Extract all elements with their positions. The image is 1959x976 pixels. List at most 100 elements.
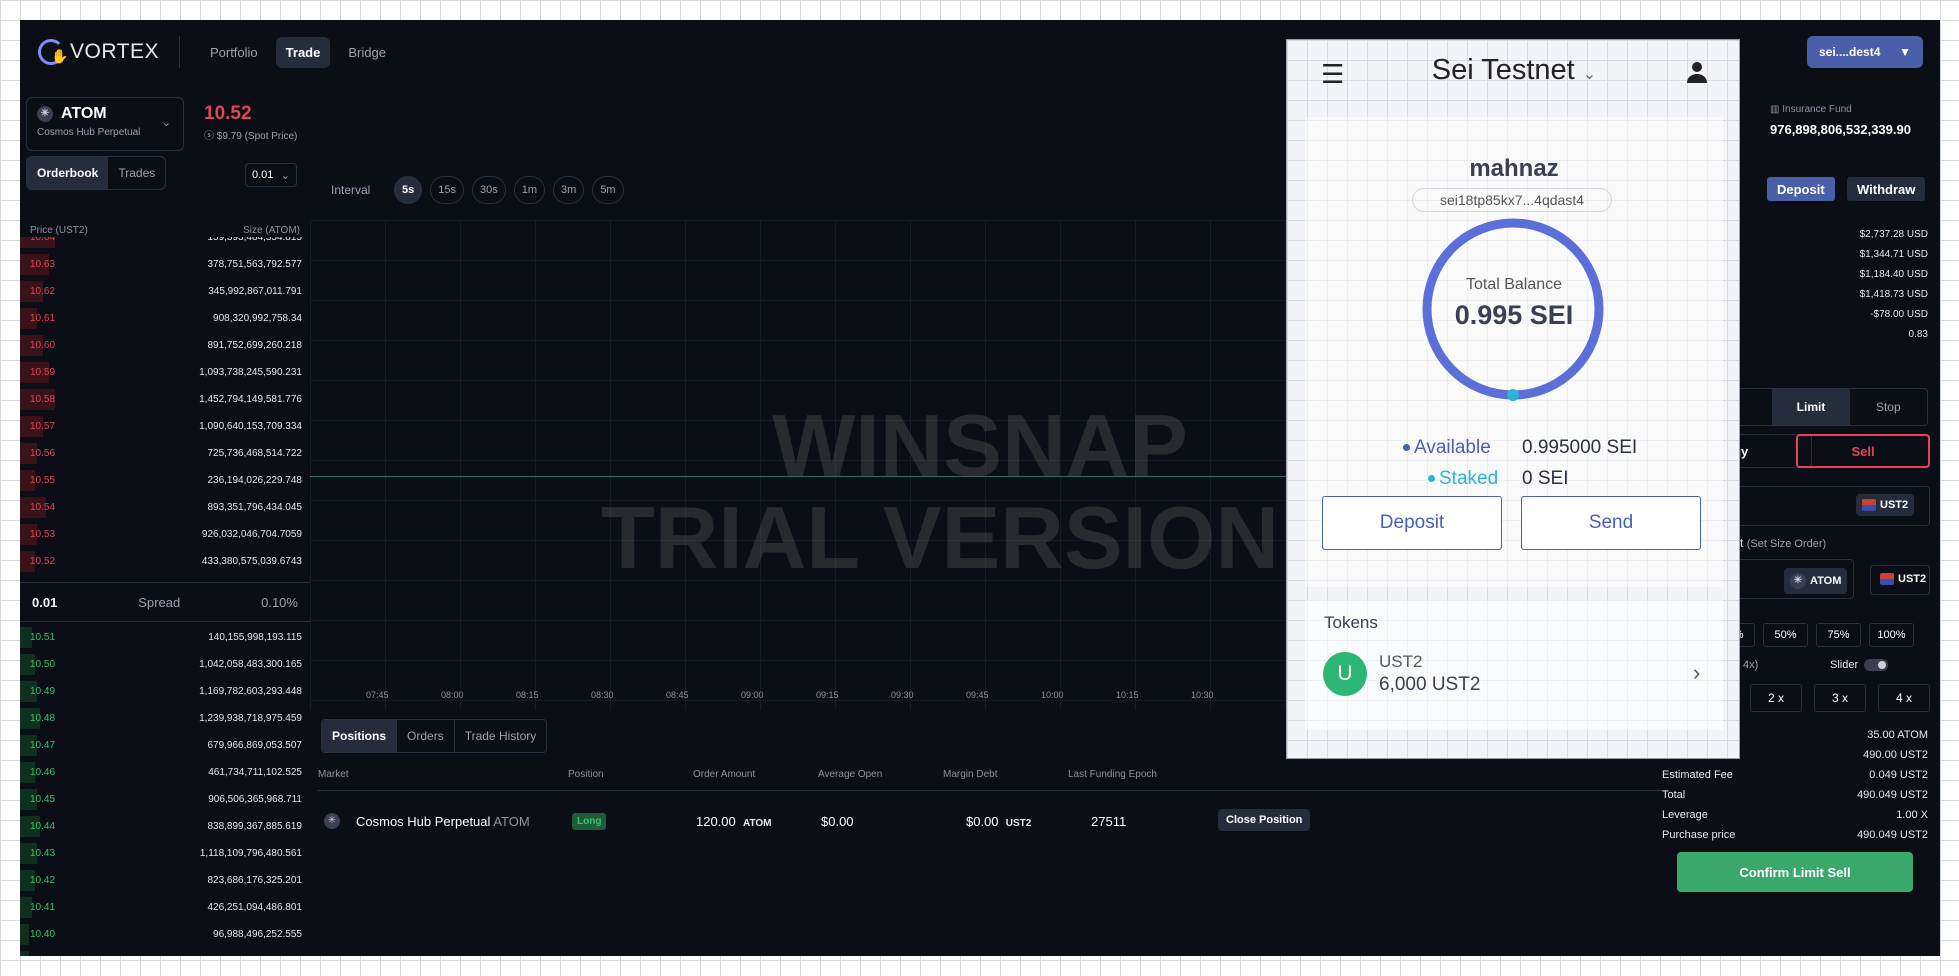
orderbook-row[interactable]: 10.57 1,090,640,153,709.334: [20, 413, 310, 440]
orderbook-row[interactable]: 10.58 1,452,794,149,581.776: [20, 386, 310, 413]
orderbook-price: 10.43: [30, 848, 56, 859]
tab-orderbook[interactable]: Orderbook: [27, 157, 109, 189]
table-row: ✳ Cosmos Hub Perpetual ATOM Long 120.00 …: [318, 805, 1668, 839]
summary-value: 0.83: [1908, 329, 1928, 340]
leverage-3x-button[interactable]: 3 x: [1814, 684, 1866, 712]
chevron-down-icon: ⌄: [1582, 66, 1597, 83]
col-position: Position: [568, 769, 604, 780]
interval-buttons: 5s 15s 30s 1m 3m 5m: [394, 176, 624, 204]
orderbook-row[interactable]: 10.55 236,194,026,229.748: [20, 467, 310, 494]
orderbook-row[interactable]: 10.54 893,351,796,434.045: [20, 494, 310, 521]
tab-positions[interactable]: Positions: [322, 720, 398, 752]
tick-size-select[interactable]: 0.01 ⌄: [245, 163, 297, 187]
orderbook-price: 10.53: [30, 529, 56, 540]
wallet-send-button[interactable]: Send: [1521, 496, 1701, 550]
orderbook-row[interactable]: 10.41 426,251,094,486.801: [20, 894, 310, 921]
summary-value: 490.049 UST2: [1857, 789, 1928, 801]
orderbook-row[interactable]: 10.63 378,751,563,792.577: [20, 251, 310, 278]
nav-portfolio[interactable]: Portfolio: [200, 37, 268, 68]
confirm-limit-sell-button[interactable]: Confirm Limit Sell: [1677, 852, 1913, 892]
chevron-right-icon[interactable]: ›: [1693, 660, 1700, 686]
x-tick-label: 10:30: [1191, 690, 1214, 700]
nav-trade[interactable]: Trade: [275, 36, 331, 68]
toggle-switch[interactable]: [1864, 659, 1889, 671]
interval-5m-button[interactable]: 5m: [592, 176, 624, 204]
orderbook-row[interactable]: 10.64 159,393,484,354.815: [20, 237, 310, 251]
orderbook-row[interactable]: 10.52 433,380,575,039.6743: [20, 548, 310, 575]
mouse-cursor-icon: ✋: [51, 48, 69, 64]
orderbook-price: 10.61: [30, 313, 56, 324]
position-market: Cosmos Hub Perpetual: [356, 814, 491, 829]
wallet-button[interactable]: sei....dest4 ▼: [1807, 36, 1923, 68]
spread-row: 0.01 Spread 0.10%: [20, 582, 310, 622]
deposit-button[interactable]: Deposit: [1767, 177, 1835, 201]
tab-limit[interactable]: Limit: [1772, 389, 1850, 425]
orderbook-size: 378,751,563,792.577: [207, 259, 302, 270]
orderbook-row[interactable]: 10.43 1,118,109,796,480.561: [20, 840, 310, 867]
orderbook-row[interactable]: 10.45 906,506,365,968.711: [20, 786, 310, 813]
token-name[interactable]: UST2: [1379, 652, 1422, 672]
orderbook-row[interactable]: 10.3959,887,440,154.831: [20, 948, 310, 956]
withdraw-button[interactable]: Withdraw: [1847, 177, 1926, 201]
interval-label: Interval: [331, 183, 371, 197]
orderbook-row[interactable]: 10.42 823,686,176,325.201: [20, 867, 310, 894]
slider-toggle[interactable]: Slider: [1830, 659, 1889, 671]
orderbook-row[interactable]: 10.46 461,734,711,102.525: [20, 759, 310, 786]
leverage-2x-button[interactable]: 2 x: [1750, 684, 1802, 712]
orderbook-size: 345,992,867,011.791: [208, 286, 302, 297]
hamburger-menu-icon[interactable]: ☰: [1321, 61, 1344, 87]
orderbook-size: 1,239,938,718,975.459: [199, 713, 302, 724]
leverage-4x-button[interactable]: 4 x: [1878, 684, 1930, 712]
orderbook-row[interactable]: 10.44 838,899,367,885.619: [20, 813, 310, 840]
close-position-button[interactable]: Close Position: [1218, 809, 1311, 831]
tab-trades[interactable]: Trades: [108, 157, 165, 189]
orderbook-size: 1,452,794,149,581.776: [199, 394, 302, 405]
trading-app: ✋ VORTEX Portfolio Trade Bridge sei....d…: [20, 20, 1940, 956]
orderbook-row[interactable]: 10.40 96,988,496,252.555: [20, 921, 310, 948]
interval-1m-button[interactable]: 1m: [513, 176, 546, 204]
orderbook-size: 433,380,575,039.6743: [201, 556, 302, 567]
tab-orders[interactable]: Orders: [397, 720, 455, 752]
summary-key: Estimated Fee: [1662, 769, 1733, 781]
orderbook-row[interactable]: 10.62 345,992,867,011.791: [20, 278, 310, 305]
orderbook-size: 1,169,782,603,293.448: [199, 686, 302, 697]
x-tick-label: 09:45: [966, 690, 989, 700]
orderbook-row[interactable]: 10.61 908,320,992,758.34: [20, 305, 310, 332]
sell-button[interactable]: Sell: [1796, 434, 1930, 468]
amount-unit2-chip[interactable]: UST2: [1874, 568, 1932, 590]
orderbook-row[interactable]: 10.59 1,093,738,245,590.231: [20, 359, 310, 386]
orderbook-size: 426,251,094,486.801: [207, 902, 302, 913]
user-icon[interactable]: [1685, 60, 1709, 84]
orderbook-row[interactable]: 10.51 140,155,998,193.115: [20, 624, 310, 651]
positions-tabs: Positions Orders Trade History: [321, 719, 548, 753]
tab-stop[interactable]: Stop: [1850, 389, 1927, 425]
market-selector[interactable]: ✳ ATOM Cosmos Hub Perpetual ⌄: [26, 97, 184, 151]
orderbook-row[interactable]: 10.53 926,032,046,704.7059: [20, 521, 310, 548]
insurance-fund-label: ▥ Insurance Fund: [1770, 104, 1852, 115]
percent-100-button[interactable]: 100%: [1869, 623, 1914, 647]
interval-30s-button[interactable]: 30s: [472, 176, 506, 204]
percent-75-button[interactable]: 75%: [1816, 623, 1861, 647]
orderbook-row[interactable]: 10.49 1,169,782,603,293.448: [20, 678, 310, 705]
percent-50-button[interactable]: 50%: [1763, 623, 1808, 647]
orderbook-row[interactable]: 10.56 725,736,468,514.722: [20, 440, 310, 467]
x-tick-label: 08:15: [516, 690, 539, 700]
account-address[interactable]: sei18tp85kx7...4qdast4: [1412, 188, 1612, 212]
summary-row: Total 490.049 UST2: [1662, 785, 1928, 805]
interval-15s-button[interactable]: 15s: [430, 176, 464, 204]
available-dot-icon: [1403, 444, 1410, 452]
orderbook-row[interactable]: 10.50 1,042,058,483,300.165: [20, 651, 310, 678]
orderbook-row[interactable]: 10.47 679,966,869,053.507: [20, 732, 310, 759]
amount-unit-chip[interactable]: ✳ ATOM: [1784, 568, 1848, 594]
col-market: Market: [318, 769, 349, 780]
nav-bridge[interactable]: Bridge: [338, 37, 396, 68]
orderbook-row[interactable]: 10.48 1,239,938,718,975.459: [20, 705, 310, 732]
interval-5s-button[interactable]: 5s: [394, 176, 423, 204]
logo[interactable]: ✋ VORTEX: [38, 39, 159, 65]
tab-trade-history[interactable]: Trade History: [455, 720, 547, 752]
interval-3m-button[interactable]: 3m: [553, 176, 585, 204]
network-selector[interactable]: Sei Testnet ⌄: [1287, 54, 1739, 87]
orderbook-price: 10.63: [30, 259, 56, 270]
wallet-deposit-button[interactable]: Deposit: [1322, 496, 1502, 550]
orderbook-row[interactable]: 10.60 891,752,699,260.218: [20, 332, 310, 359]
